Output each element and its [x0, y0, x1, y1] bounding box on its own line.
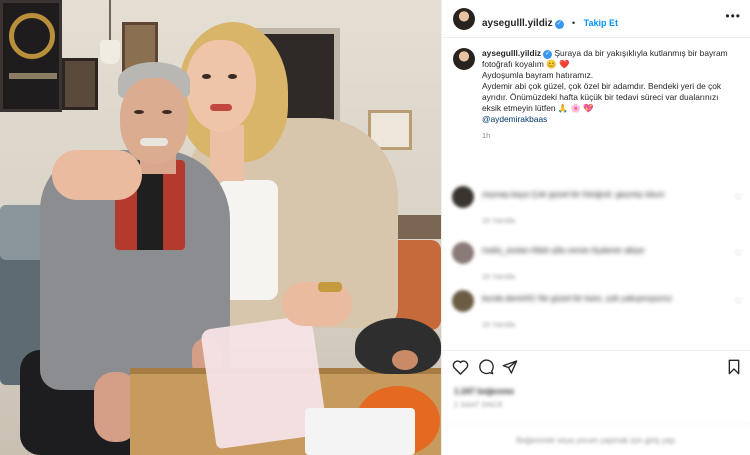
commenter-avatar[interactable]: [452, 186, 474, 208]
comment-item: zeynep.kaya Çok güzel bir fotoğraf, geçm…: [452, 186, 747, 234]
caption-text: Şuraya da bir yakışıklıyla kutlanmış bir…: [554, 48, 728, 58]
heart-icon[interactable]: ♡: [735, 296, 743, 307]
share-icon[interactable]: [502, 359, 518, 379]
user-avatar[interactable]: [453, 8, 475, 30]
comment-text: melis_arslan Allah şifa versin Aydemir a…: [482, 245, 645, 255]
bracelet: [318, 282, 342, 292]
caption-line-3: Aydoşumla bayram hatıramız.: [482, 70, 594, 80]
woman-face: [186, 40, 256, 132]
wall-lamp: [100, 0, 120, 70]
header-username[interactable]: aysegulll.yildiz: [482, 18, 553, 29]
post-date: 2 SAAT ÖNCE: [454, 402, 503, 409]
post-photo[interactable]: [0, 0, 441, 455]
caption-avatar[interactable]: [453, 48, 475, 70]
verified-badge-icon: ✓: [554, 20, 564, 29]
action-bar: [442, 350, 750, 384]
dot-separator: •: [572, 18, 576, 28]
caption-username[interactable]: aysegulll.yildiz: [482, 48, 541, 58]
caption-line-6: eksik etmeyin lütfen 🙏 🌸 💖: [482, 103, 594, 113]
verified-badge-icon: ✓: [543, 50, 553, 59]
comment-item: melis_arslan Allah şifa versin Aydemir a…: [452, 242, 747, 290]
wall-poster: [0, 0, 62, 112]
comment-meta[interactable]: 1h Yanıtla: [482, 320, 515, 329]
login-prompt[interactable]: Beğenmek veya yorum yapmak için giriş ya…: [442, 424, 750, 455]
comment-text: burak.demir61 Ne güzel bir kare, çok yak…: [482, 293, 672, 303]
likes-count[interactable]: 1.247 beğenme: [454, 386, 514, 396]
follow-button[interactable]: Takip Et: [584, 18, 618, 28]
comment-meta[interactable]: 1h Yanıtla: [482, 272, 515, 281]
caption-line-2: fotoğrafı koyalım 😊 ❤️: [482, 59, 570, 69]
comment-icon[interactable]: [478, 359, 494, 379]
comment-text: zeynep.kaya Çok güzel bir fotoğraf, geçm…: [482, 189, 665, 199]
post-caption: aysegulll.yildiz ✓ Şuraya da bir yakışıkl…: [482, 48, 744, 140]
more-horizontal-icon[interactable]: •••: [725, 9, 741, 23]
egg: [392, 350, 418, 370]
comment-item: burak.demir61 Ne güzel bir kare, çok yak…: [452, 290, 747, 338]
napkin: [305, 408, 415, 455]
man-face: [120, 78, 188, 164]
heart-icon[interactable]: [452, 359, 469, 379]
bookmark-icon[interactable]: [727, 359, 741, 379]
caption-line-5: ayrıdır. Önümüzdeki hafta küçük bir teda…: [482, 92, 719, 102]
post-sidebar: aysegulll.yildiz ✓ • Takip Et ••• aysegul…: [441, 0, 750, 455]
woman-arm: [52, 150, 142, 200]
heart-icon[interactable]: ♡: [735, 192, 743, 203]
header-user: aysegulll.yildiz ✓ • Takip Et: [482, 13, 618, 31]
caption-time: 1h: [482, 131, 491, 140]
post-header: aysegulll.yildiz ✓ • Takip Et •••: [442, 0, 750, 38]
caption-line-4: Aydemir abi çok güzel, çok özel bir adam…: [482, 81, 722, 91]
commenter-avatar[interactable]: [452, 290, 474, 312]
heart-icon[interactable]: ♡: [735, 248, 743, 259]
commenter-avatar[interactable]: [452, 242, 474, 264]
woman-neck: [210, 125, 244, 181]
caption-line-1: aysegulll.yildiz ✓ Şuraya da bir yakışıkl…: [482, 48, 744, 59]
comment-meta[interactable]: 1h Yanıtla: [482, 216, 515, 225]
picture-frame: [62, 58, 98, 110]
caption-mention[interactable]: @aydemirakbaas: [482, 114, 744, 125]
